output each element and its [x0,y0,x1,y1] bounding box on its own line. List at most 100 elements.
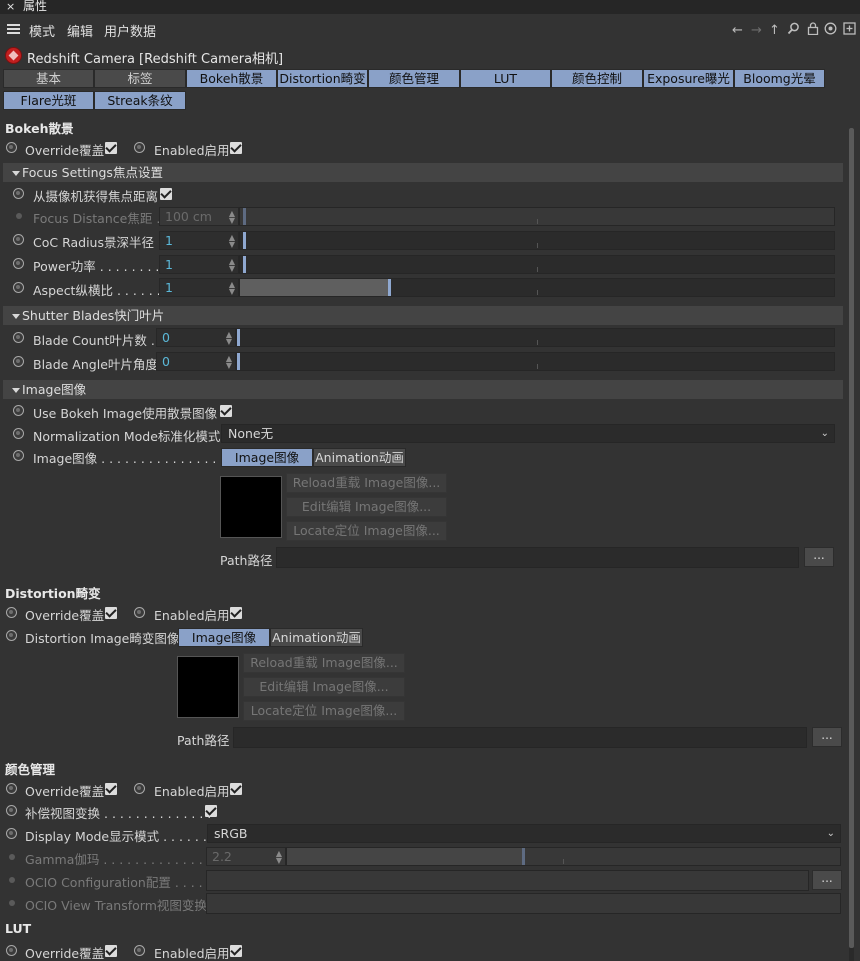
target-icon[interactable] [822,22,839,39]
image-group[interactable]: Image图像 [3,380,843,399]
lut-override-radio[interactable] [6,945,17,956]
blade-count-input[interactable]: 0 ▲ ▼ [156,328,236,347]
bokeh-reload-image-button[interactable]: Reload重载 Image图像... [286,473,447,493]
blade-angle-radio[interactable] [13,356,24,367]
tab-basic[interactable]: 基本 [3,69,94,88]
bokeh-enabled-radio[interactable] [134,142,145,153]
color-enabled-radio[interactable] [134,783,145,794]
spinner-arrows-icon[interactable]: ▲ ▼ [226,355,232,370]
power-radio[interactable] [13,258,24,269]
spinner-arrows-icon[interactable]: ▲ ▼ [229,258,235,273]
gamma-input[interactable]: 2.2 ▲ ▼ [206,847,286,866]
display-mode-radio[interactable] [6,828,17,839]
search-icon[interactable] [785,22,802,39]
distortion-path-input[interactable] [233,727,807,748]
bokeh-image-subtab-image[interactable]: Image图像 [221,448,313,467]
power-input[interactable]: 1 ▲ ▼ [159,255,239,274]
use-bokeh-image-checkbox[interactable] [220,405,232,417]
focus-distance-slider[interactable] [239,207,835,226]
menu-item-edit[interactable]: 编辑 [67,21,93,40]
slider-knob[interactable] [243,232,246,249]
blade-count-radio[interactable] [13,332,24,343]
coc-radius-input[interactable]: 1 ▲ ▼ [159,231,239,250]
normalization-radio[interactable] [13,428,24,439]
lut-override-checkbox[interactable] [105,945,117,957]
aspect-radio[interactable] [13,282,24,293]
focus-from-camera-radio[interactable] [13,188,24,199]
distortion-reload-image-button[interactable]: Reload重载 Image图像... [243,653,405,673]
vertical-scrollbar[interactable] [849,128,854,961]
lut-enabled-radio[interactable] [134,945,145,956]
distortion-override-checkbox[interactable] [105,607,117,619]
distortion-edit-image-button[interactable]: Edit编辑 Image图像... [243,677,405,697]
blade-count-slider[interactable] [236,328,835,347]
power-slider[interactable] [239,255,835,274]
bokeh-override-radio[interactable] [6,142,17,153]
close-icon[interactable]: × [6,0,15,13]
slider-knob[interactable] [243,208,246,225]
color-override-radio[interactable] [6,783,17,794]
normalization-dropdown[interactable]: None无 ⌄ [221,424,835,443]
add-icon[interactable] [841,22,858,39]
aspect-slider[interactable] [239,278,835,297]
aspect-input[interactable]: 1 ▲ ▼ [159,278,239,297]
spinner-arrows-icon[interactable]: ▲ ▼ [226,331,232,346]
compensate-view-checkbox[interactable] [205,805,217,817]
tab-bloom[interactable]: Bloomg光晕 [734,69,825,88]
distortion-image-radio[interactable] [6,630,17,641]
menu-item-mode[interactable]: 模式 [29,21,55,40]
tab-tags[interactable]: 标签 [94,69,186,88]
compensate-view-radio[interactable] [6,805,17,816]
coc-radius-radio[interactable] [13,234,24,245]
spinner-arrows-icon[interactable]: ▲ ▼ [229,210,235,225]
bokeh-path-input[interactable] [276,547,799,568]
color-enabled-checkbox[interactable] [230,783,242,795]
slider-knob[interactable] [388,279,391,296]
tab-exposure[interactable]: Exposure曝光 [643,69,734,88]
focus-distance-input[interactable]: 100 cm ▲ ▼ [159,207,239,226]
tab-flare[interactable]: Flare光斑 [3,91,94,110]
ocio-view-input[interactable] [206,893,841,914]
use-bokeh-image-radio[interactable] [13,405,24,416]
distortion-locate-image-button[interactable]: Locate定位 Image图像... [243,701,405,721]
distortion-enabled-radio[interactable] [134,607,145,618]
arrow-right-icon[interactable]: → [748,22,765,39]
tab-bokeh[interactable]: Bokeh散景 [186,69,277,88]
focus-settings-group[interactable]: Focus Settings焦点设置 [3,163,843,182]
arrow-up-icon[interactable]: ↑ [766,22,783,39]
slider-knob[interactable] [237,329,240,346]
tab-color-control[interactable]: 颜色控制 [551,69,643,88]
hamburger-menu-icon[interactable] [7,24,20,34]
distortion-override-radio[interactable] [6,607,17,618]
distortion-enabled-checkbox[interactable] [230,607,242,619]
arrow-left-icon[interactable]: ← [729,22,746,39]
color-override-checkbox[interactable] [105,783,117,795]
bokeh-path-browse-button[interactable]: ... [804,547,834,567]
bokeh-locate-image-button[interactable]: Locate定位 Image图像... [286,521,447,541]
image-radio[interactable] [13,450,24,461]
bokeh-edit-image-button[interactable]: Edit编辑 Image图像... [286,497,447,517]
blade-angle-input[interactable]: 0 ▲ ▼ [156,352,236,371]
spinner-arrows-icon[interactable]: ▲ ▼ [229,234,235,249]
lock-icon[interactable] [804,22,821,39]
distortion-path-browse-button[interactable]: ... [812,727,842,747]
bokeh-image-subtab-animation[interactable]: Animation动画 [313,448,406,467]
menu-item-user-data[interactable]: 用户数据 [104,21,156,40]
shutter-blades-group[interactable]: Shutter Blades快门叶片 [3,306,843,325]
distortion-image-subtab-animation[interactable]: Animation动画 [270,628,363,647]
spinner-arrows-icon[interactable]: ▲ ▼ [229,281,235,296]
slider-knob[interactable] [237,353,240,370]
tab-color-management[interactable]: 颜色管理 [368,69,460,88]
focus-from-camera-checkbox[interactable] [160,188,172,200]
slider-knob[interactable] [522,848,525,865]
display-mode-dropdown[interactable]: sRGB ⌄ [207,824,841,843]
slider-knob[interactable] [243,256,246,273]
ocio-config-input[interactable] [206,870,809,891]
gamma-slider[interactable] [286,847,841,866]
ocio-config-browse-button[interactable]: ... [812,870,842,890]
bokeh-enabled-checkbox[interactable] [230,142,242,154]
tab-lut[interactable]: LUT [460,69,551,88]
distortion-image-subtab-image[interactable]: Image图像 [178,628,270,647]
coc-radius-slider[interactable] [239,231,835,250]
lut-enabled-checkbox[interactable] [230,945,242,957]
